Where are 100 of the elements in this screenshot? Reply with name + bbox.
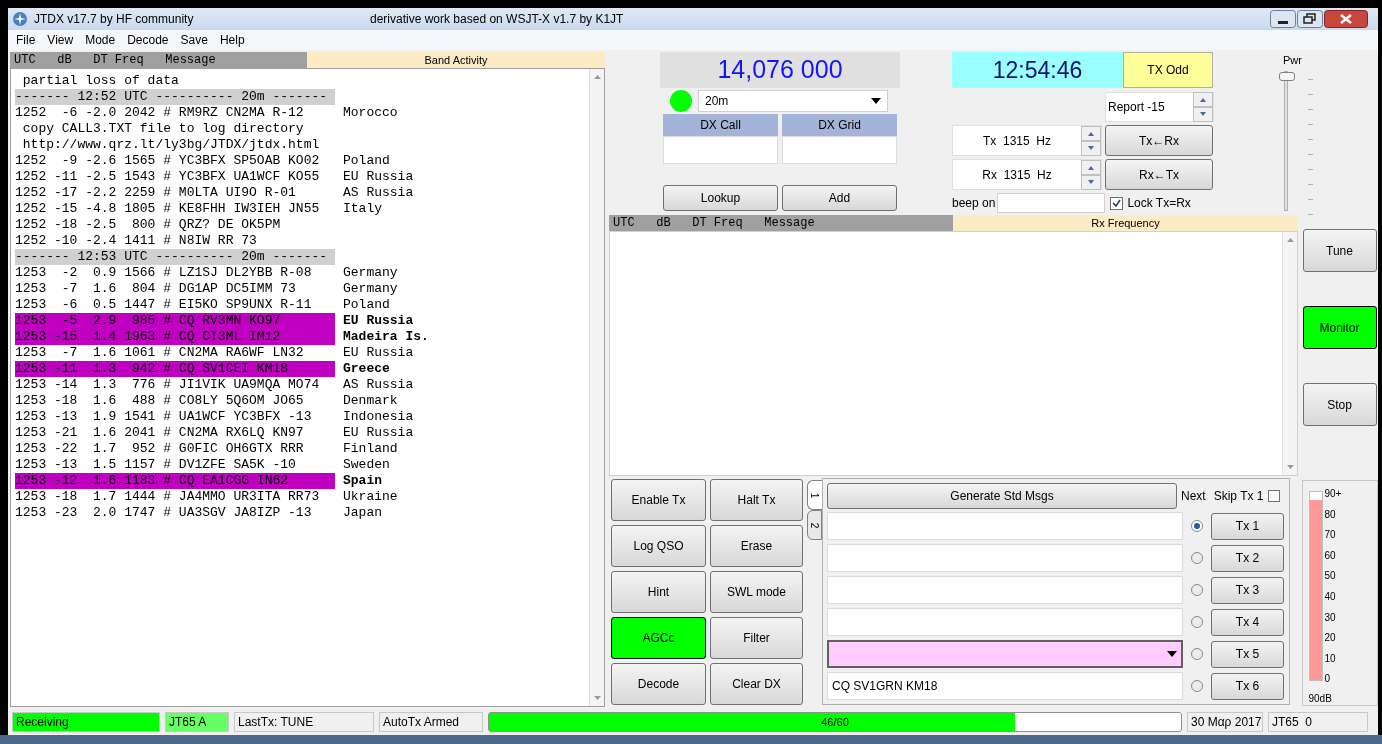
control-button[interactable]: Log QSO [611, 525, 706, 567]
decode-message[interactable]: 1253 -18 1.6 488 # CO8LY 5Q6OM JO65 [15, 393, 335, 409]
radio-button[interactable] [1191, 616, 1203, 628]
decode-message[interactable]: 1253 -18 1.7 1444 # JA4MMO UR3ITA RR73 [15, 489, 335, 505]
scroll-down-icon[interactable] [593, 696, 601, 700]
input-field[interactable] [782, 136, 897, 164]
info-text: copy CALL3.TXT file to log directory [21, 121, 304, 137]
tx-frequency-spinbox[interactable]: Tx 1315 Hz [952, 125, 1102, 156]
decode-message[interactable]: 1252 -18 -2.5 800 # QRZ? DE OK5PM [15, 217, 335, 233]
control-button[interactable]: Clear DX [710, 663, 803, 705]
tab[interactable]: 2 [807, 510, 822, 540]
decode-message[interactable]: 1252 -15 -4.8 1805 # KE8FHH IW3IEH JN55 [15, 201, 335, 217]
scrollbar[interactable] [589, 69, 604, 706]
tx-from-rx-button[interactable]: Tx←Rx [1105, 125, 1213, 156]
lookup-button[interactable]: Lookup [663, 185, 778, 211]
menu-item[interactable]: View [41, 31, 80, 49]
scrollbar[interactable] [1282, 232, 1297, 475]
control-button[interactable]: AGCc [611, 617, 706, 659]
decode-message[interactable]: 1252 -10 -2.4 1411 # N8IW RR 73 [15, 233, 335, 249]
meter-tick-label: 60 [1324, 550, 1337, 563]
radio-button[interactable] [1191, 552, 1203, 564]
decode-message[interactable]: 1253 -21 1.6 2041 # CN2MA RX6LQ KN97 [15, 425, 335, 441]
control-button[interactable]: Hint [611, 571, 706, 613]
decode-message[interactable]: 1253 -14 1.3 776 # JI1VIK UA9MQA MO74 [15, 377, 335, 393]
restore-icon[interactable] [1297, 10, 1323, 28]
side-button[interactable]: Monitor [1302, 306, 1377, 349]
radio-button[interactable] [1191, 680, 1203, 692]
decode-message[interactable]: 1253 -11 1.3 942 # CQ SV1CEI KM18 [15, 361, 335, 377]
skip-checkbox[interactable] [1267, 490, 1280, 502]
rx-from-tx-button[interactable]: Rx←Tx [1105, 159, 1213, 190]
radio-button[interactable] [1191, 584, 1203, 596]
decode-message[interactable]: 1253 -22 1.7 952 # G0FIC OH6GTX RRR [15, 441, 335, 457]
control-button[interactable]: Enable Tx [611, 479, 706, 521]
input-field[interactable] [663, 136, 778, 164]
spin-arrows-icon[interactable] [1081, 159, 1101, 190]
minimize-icon[interactable] [1270, 10, 1296, 28]
scroll-down-icon[interactable] [1286, 465, 1294, 469]
info-text: partial loss of data [21, 73, 179, 89]
control-button[interactable]: SWL mode [710, 571, 803, 613]
side-button[interactable]: Tune [1302, 229, 1377, 272]
scroll-up-icon[interactable] [1286, 238, 1294, 242]
message-field[interactable] [827, 512, 1183, 540]
decode-message[interactable]: 1253 -7 1.6 1061 # CN2MA RA6WF LN32 [15, 345, 335, 361]
tx-button[interactable]: Tx 3 [1211, 576, 1284, 604]
clock-display: 12:54:46 [952, 52, 1123, 88]
decode-message[interactable]: 1252 -9 -2.6 1565 # YC3BFX SP5OAB KO02 [15, 153, 335, 169]
side-button[interactable]: Stop [1302, 383, 1377, 426]
message-field[interactable]: CQ SV1GRN KM18 [827, 672, 1183, 700]
decode-message[interactable]: 1253 -6 0.5 1447 # EI5KO SP9UNX R-11 [15, 297, 335, 313]
beep-label: beep on [952, 195, 996, 212]
message-field[interactable] [827, 544, 1183, 572]
message-field[interactable] [827, 608, 1183, 636]
decode-message[interactable]: 1253 -13 1.5 1157 # DV1ZFE SA5K -10 [15, 457, 335, 473]
spin-arrows-icon[interactable] [1081, 125, 1101, 156]
tx-button[interactable]: Tx 2 [1211, 544, 1284, 572]
menu-item[interactable]: File [10, 31, 42, 49]
window-subtitle: derivative work based on WSJT-X v1.7 by K1JT [370, 11, 624, 28]
tx-button[interactable]: Tx 5 [1211, 640, 1284, 668]
scroll-up-icon[interactable] [593, 75, 601, 79]
rx-frequency-spinbox[interactable]: Rx 1315 Hz [952, 159, 1102, 190]
decode-message[interactable]: 1252 -17 -2.2 2259 # M0LTA UI9O R-01 [15, 185, 335, 201]
radio-button[interactable] [1191, 520, 1203, 532]
beep-field[interactable] [997, 193, 1106, 213]
decode-message[interactable]: 1253 -5 2.9 985 # CQ RV3MN KO97 [15, 313, 335, 329]
status-field: LastTx: TUNE [234, 712, 374, 732]
decode-message[interactable]: 1252 -6 -2.0 2042 # RM9RZ CN2MA R-12 [15, 105, 335, 121]
decode-message[interactable]: 1253 -12 1.6 1183 # CQ EA1CGG IN62 [15, 473, 335, 489]
band-select[interactable]: 20m [698, 90, 888, 112]
message-combo[interactable] [827, 640, 1183, 668]
generate-button[interactable]: Generate Std Msgs [827, 483, 1177, 509]
decode-message[interactable]: 1253 -23 2.0 1747 # UA3SGV JA8IZP -13 [15, 505, 335, 521]
close-icon[interactable] [1324, 10, 1368, 28]
radio-button[interactable] [1191, 648, 1203, 660]
menu-item[interactable]: Help [213, 31, 251, 49]
menu-item[interactable]: Decode [121, 31, 175, 49]
control-button[interactable]: Erase [710, 525, 803, 567]
decode-message[interactable]: 1253 -13 1.9 1541 # UA1WCF YC3BFX -13 [15, 409, 335, 425]
control-button[interactable]: Filter [710, 617, 803, 659]
meter-tick-label: 40 [1324, 591, 1337, 604]
power-slider-thumb[interactable] [1279, 71, 1295, 81]
decode-message[interactable]: 1252 -11 -2.5 1543 # YC3BFX UA1WCF KO55 [15, 169, 335, 185]
tx-odd-button[interactable]: TX Odd [1123, 52, 1213, 88]
control-button[interactable]: Decode [611, 663, 706, 705]
caret-icon [871, 98, 881, 104]
decode-message[interactable]: 1253 -7 1.6 804 # DG1AP DC5IMM 73 [15, 281, 335, 297]
report-spinbox[interactable]: Report -15 [1105, 92, 1214, 122]
menu-item[interactable]: Mode [79, 31, 122, 49]
lock-checkbox[interactable] [1110, 196, 1124, 210]
country-label: Germany [343, 281, 398, 297]
menu-item[interactable]: Save [174, 31, 214, 49]
tab[interactable]: 1 [807, 480, 822, 510]
spin-arrows-icon[interactable] [1193, 92, 1213, 122]
decode-message[interactable]: 1253 -2 0.9 1566 # LZ1SJ DL2YBB R-08 [15, 265, 335, 281]
message-field[interactable] [827, 576, 1183, 604]
control-button[interactable]: Halt Tx [710, 479, 803, 521]
tx-button[interactable]: Tx 4 [1211, 608, 1284, 636]
tx-button[interactable]: Tx 1 [1211, 512, 1284, 540]
tx-button[interactable]: Tx 6 [1211, 672, 1284, 700]
decode-message[interactable]: 1253 -15 1.4 1963 # CQ CT3ML IM12 [15, 329, 335, 345]
add-button[interactable]: Add [782, 185, 897, 211]
